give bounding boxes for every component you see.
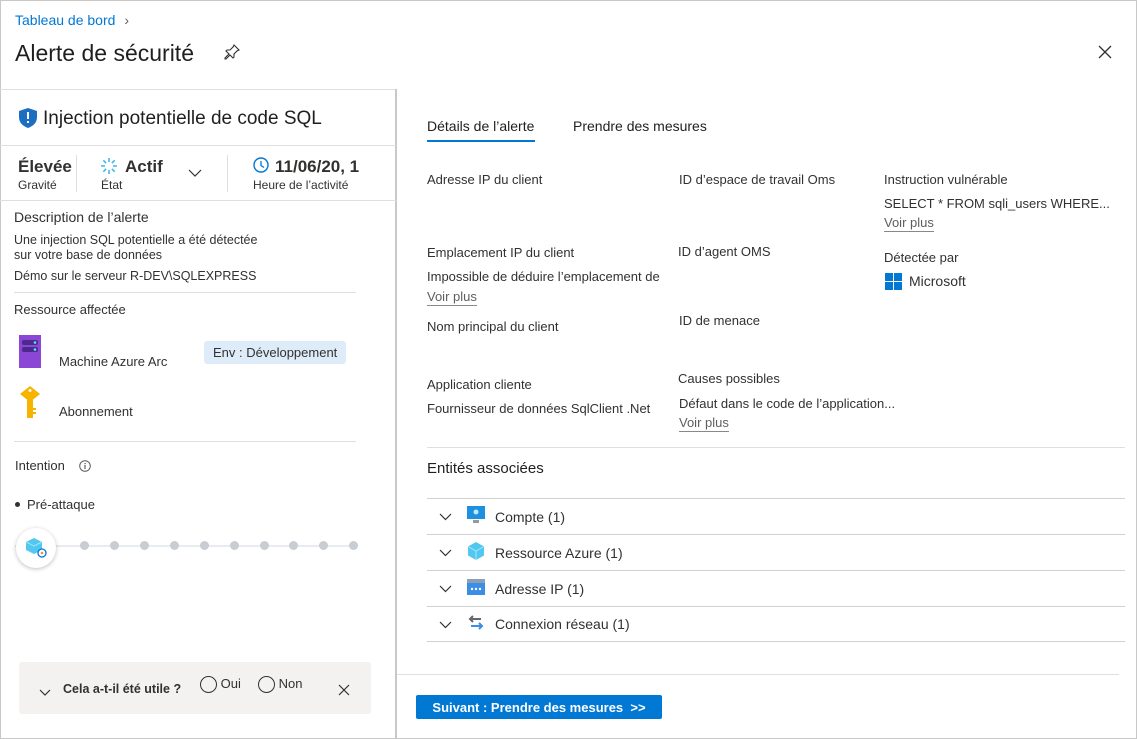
client-ip-label: Adresse IP du client	[427, 172, 543, 187]
pin-icon[interactable]	[224, 44, 240, 63]
chevron-right-icon: ›	[124, 12, 130, 28]
info-icon[interactable]	[79, 460, 91, 475]
yes-label: Oui	[220, 676, 241, 691]
entity-row-account[interactable]: Compte (1)	[427, 498, 1125, 534]
chevron-down-icon[interactable]	[427, 581, 467, 596]
vuln-statement-value: SELECT * FROM sqli_users WHERE...	[884, 196, 1110, 211]
tab-take-action[interactable]: Prendre des mesures	[573, 118, 707, 134]
breadcrumb[interactable]: Tableau de bord ›	[15, 12, 129, 28]
description-line: sur votre base de données	[14, 248, 163, 262]
breadcrumb-item[interactable]: Tableau de bord	[15, 12, 115, 28]
chevron-down-icon[interactable]	[39, 685, 51, 700]
entity-label: Connexion réseau (1)	[495, 616, 630, 632]
time-label: Heure de l’activité	[253, 178, 349, 192]
intent-heading: Intention	[15, 458, 65, 473]
ip-location-label: Emplacement IP du client	[427, 245, 575, 260]
ip-location-value: Impossible de déduire l’emplacement de	[427, 269, 660, 284]
network-connection-arrows-icon	[467, 614, 495, 635]
workspace-id-label: ID d’espace de travail Oms	[679, 172, 836, 187]
key-icon	[19, 386, 41, 422]
description-line: Une injection SQL potentielle a été déte…	[14, 233, 258, 247]
entity-label: Compte (1)	[495, 508, 566, 525]
agent-id-label: ID d’agent OMS	[678, 244, 771, 259]
tab-active-indicator	[427, 140, 535, 142]
server-name: Démo sur le serveur R-DEV\SQLEXPRESS	[14, 269, 257, 283]
resource-machine[interactable]: Machine Azure Arc	[59, 354, 167, 369]
entity-row-network-connection[interactable]: Connexion réseau (1)	[427, 606, 1125, 642]
microsoft-logo-icon	[885, 273, 902, 293]
severity-value: Élevée	[18, 157, 72, 176]
chevron-down-icon[interactable]	[427, 509, 467, 524]
state-dropdown-chevron-icon[interactable]	[188, 166, 202, 181]
close-icon[interactable]	[1098, 45, 1112, 62]
time-value: 11/06/20, 1	[275, 157, 360, 176]
see-more-link[interactable]: Voir plus	[427, 289, 477, 306]
clock-icon	[253, 157, 269, 176]
feedback-no[interactable]: Non	[258, 676, 303, 694]
panel-divider	[395, 89, 397, 739]
resource-subscription[interactable]: Abonnement	[59, 404, 133, 419]
pre-attack-stage-icon[interactable]	[16, 528, 56, 568]
causes-value: Défaut dans le code de l’application...	[679, 396, 896, 411]
state-label: État	[101, 178, 123, 192]
principal-label: Nom principal du client	[427, 319, 559, 334]
detected-by-value: Microsoft	[909, 273, 966, 289]
causes-label: Causes possibles	[678, 371, 780, 386]
alert-title: Injection potentielle de code SQL	[43, 108, 322, 129]
ip-address-icon	[467, 579, 495, 598]
radio-yes[interactable]	[200, 676, 217, 694]
description-text: Une injection SQL potentielle a été déte…	[14, 233, 257, 263]
server-icon	[19, 335, 41, 371]
vuln-statement-label: Instruction vulnérable	[884, 172, 1008, 187]
feedback-close-icon[interactable]	[338, 684, 350, 699]
chevron-down-icon[interactable]	[427, 545, 467, 560]
entity-row-azure-resource[interactable]: Ressource Azure (1)	[427, 534, 1125, 570]
account-monitor-icon	[467, 506, 495, 527]
next-take-action-button[interactable]: Suivant : Prendre des mesures >>	[416, 695, 662, 719]
detected-by-label: Détectée par	[884, 250, 959, 265]
no-label: Non	[278, 676, 303, 691]
env-tag: Env : Développement	[204, 341, 347, 364]
app-label: Application cliente	[427, 377, 532, 392]
see-more-link[interactable]: Voir plus	[679, 415, 729, 432]
chevron-down-icon[interactable]	[427, 617, 467, 632]
page-title: Alerte de sécurité	[15, 40, 194, 66]
tab-alert-details[interactable]: Détails de l’alerte	[427, 118, 534, 134]
severity-label: Gravité	[18, 178, 57, 192]
entities-heading: Entités associées	[427, 460, 544, 477]
see-more-link[interactable]: Voir plus	[884, 215, 934, 232]
entity-label: Adresse IP (1)	[495, 580, 585, 597]
radio-no[interactable]	[258, 676, 275, 694]
entity-row-ip-address[interactable]: Adresse IP (1)	[427, 570, 1125, 606]
intent-stage: Pré-attaque	[27, 497, 95, 512]
entity-label: Ressource Azure (1)	[495, 544, 623, 561]
state-value: Actif	[125, 157, 163, 176]
active-spinner-icon	[101, 158, 117, 177]
bullet	[15, 502, 20, 507]
threat-id-label: ID de menace	[679, 313, 760, 328]
intent-timeline	[15, 545, 358, 547]
resource-heading: Ressource affectée	[14, 302, 126, 317]
azure-resource-cube-icon	[467, 542, 495, 563]
shield-icon	[19, 108, 37, 131]
feedback-question: Cela a-t-il été utile ?	[63, 682, 182, 696]
feedback-yes[interactable]: Oui	[200, 676, 241, 694]
app-value: Fournisseur de données SqlClient .Net	[427, 401, 651, 416]
description-heading: Description de l’alerte	[14, 209, 149, 225]
